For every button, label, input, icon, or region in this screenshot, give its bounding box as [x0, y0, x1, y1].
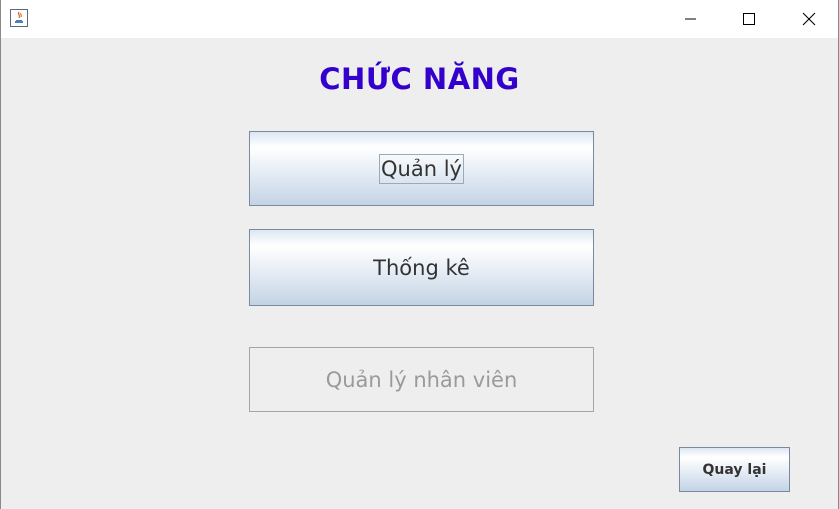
- title-bar[interactable]: [1, 0, 838, 38]
- maximize-icon: [743, 13, 755, 25]
- back-button-label: Quay lại: [702, 461, 767, 478]
- staff-management-button-label: Quản lý nhân viên: [325, 367, 518, 392]
- manage-button-label: Quản lý: [379, 153, 464, 184]
- app-window: CHỨC NĂNG Quản lý Thống kê Quản lý nhân …: [0, 0, 839, 509]
- minimize-button[interactable]: [662, 0, 720, 38]
- statistics-button-label: Thống kê: [373, 255, 470, 280]
- manage-button[interactable]: Quản lý: [249, 131, 594, 206]
- statistics-button[interactable]: Thống kê: [249, 229, 594, 306]
- maximize-button[interactable]: [720, 0, 778, 38]
- staff-management-button[interactable]: Quản lý nhân viên: [249, 347, 594, 412]
- close-icon: [802, 12, 816, 26]
- back-button[interactable]: Quay lại: [679, 447, 790, 492]
- page-title: CHỨC NĂNG: [319, 62, 520, 96]
- minimize-icon: [685, 18, 696, 20]
- close-button[interactable]: [780, 0, 838, 38]
- java-icon: [10, 9, 28, 27]
